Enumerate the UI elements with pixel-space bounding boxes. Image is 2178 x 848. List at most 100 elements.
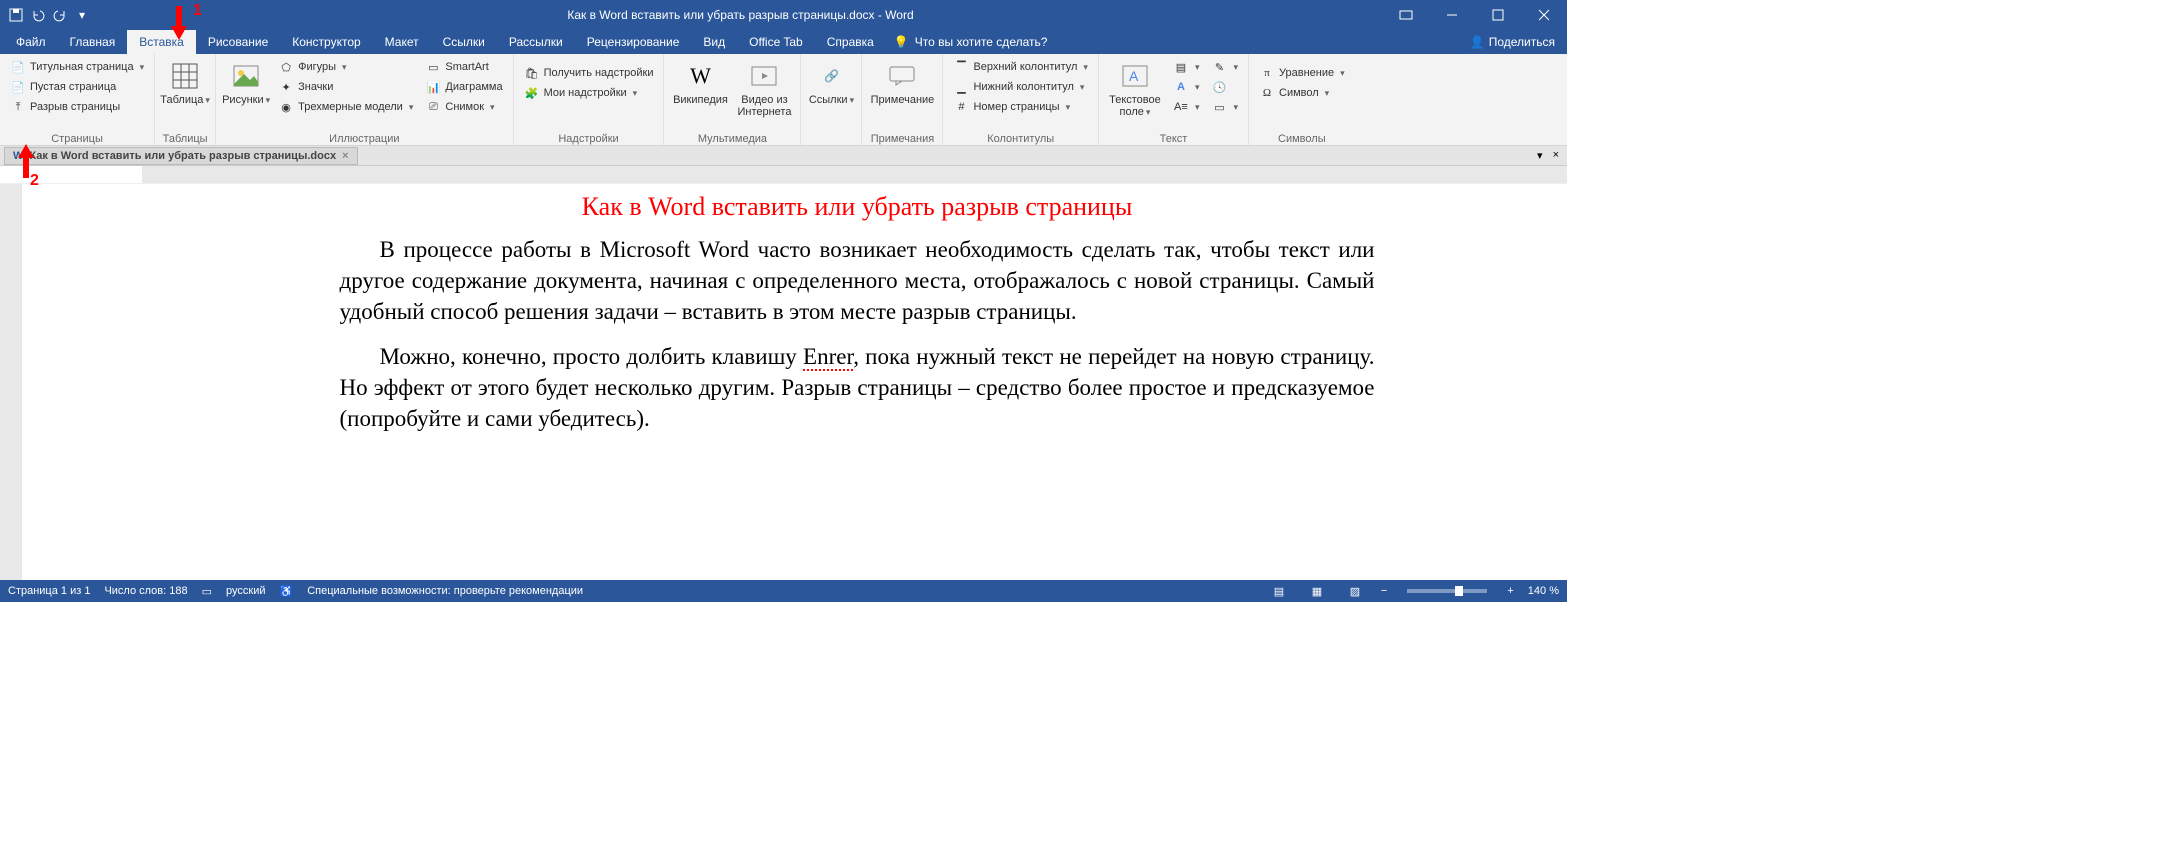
proofing-icon[interactable]: ▭ xyxy=(202,585,212,598)
tab-file[interactable]: Файл xyxy=(4,30,58,54)
undo-icon[interactable] xyxy=(30,7,46,23)
redo-icon[interactable] xyxy=(52,7,68,23)
screenshot-button[interactable]: ⎚Снимок▾ xyxy=(421,98,506,116)
smartart-button[interactable]: ▭SmartArt xyxy=(421,58,506,76)
footer-button[interactable]: ▁Нижний колонтитул▾ xyxy=(949,78,1091,96)
status-accessibility[interactable]: Специальные возможности: проверьте реком… xyxy=(307,585,583,597)
equation-label: Уравнение xyxy=(1279,67,1334,79)
document-tab[interactable]: W Как в Word вставить или убрать разрыв … xyxy=(4,147,358,165)
tab-help[interactable]: Справка xyxy=(815,30,886,54)
web-layout-icon[interactable]: ▨ xyxy=(1343,583,1367,599)
group-tables: Таблица▾ Таблицы xyxy=(155,54,216,145)
group-comments-label: Примечания xyxy=(871,131,935,145)
signature-button[interactable]: ✎▾ xyxy=(1207,58,1242,76)
blank-page-button[interactable]: 📄Пустая страница xyxy=(6,78,148,96)
group-symbols: πУравнение▾ ΩСимвол▾ Символы xyxy=(1249,54,1355,145)
equation-button[interactable]: πУравнение▾ xyxy=(1255,64,1349,82)
qat-customize-icon[interactable]: ▾ xyxy=(74,7,90,23)
tab-home[interactable]: Главная xyxy=(58,30,128,54)
share-button[interactable]: 👤 Поделиться xyxy=(1458,30,1567,54)
zoom-slider[interactable] xyxy=(1407,589,1487,593)
tab-mailings[interactable]: Рассылки xyxy=(497,30,575,54)
3dmodels-button[interactable]: ◉Трехмерные модели▾ xyxy=(274,98,417,116)
tab-view[interactable]: Вид xyxy=(691,30,737,54)
read-mode-icon[interactable]: ▤ xyxy=(1267,583,1291,599)
my-addins-button[interactable]: 🧩Мои надстройки▾ xyxy=(520,84,658,102)
page-break-icon: ⤒ xyxy=(10,99,26,115)
textbox-button[interactable]: A Текстовое поле▾ xyxy=(1105,56,1165,118)
tab-review[interactable]: Рецензирование xyxy=(575,30,692,54)
symbol-button[interactable]: ΩСимвол▾ xyxy=(1255,84,1349,102)
group-addins-label: Надстройки xyxy=(558,131,618,145)
tell-me[interactable]: 💡 Что вы хотите сделать? xyxy=(886,30,1056,54)
print-layout-icon[interactable]: ▦ xyxy=(1305,583,1329,599)
group-text: A Текстовое поле▾ ▤▾ A▾ A≡▾ ✎▾ 🕓 ▭▾ Текс… xyxy=(1099,54,1249,145)
object-button[interactable]: ▭▾ xyxy=(1207,98,1242,116)
tab-officetab[interactable]: Office Tab xyxy=(737,30,815,54)
page-break-button[interactable]: ⤒ Разрыв страницы xyxy=(6,98,148,116)
pictures-button[interactable]: Рисунки▾ xyxy=(222,56,270,106)
datetime-button[interactable]: 🕓 xyxy=(1207,78,1242,96)
icons-label: Значки xyxy=(298,81,333,93)
links-button[interactable]: 🔗 Ссылки▾ xyxy=(807,56,855,106)
video-icon xyxy=(748,60,780,92)
vertical-ruler[interactable] xyxy=(0,184,22,580)
tab-references[interactable]: Ссылки xyxy=(431,30,497,54)
icons-button[interactable]: ✦Значки xyxy=(274,78,417,96)
wikipedia-label: Википедия xyxy=(673,94,728,106)
status-language[interactable]: русский xyxy=(226,585,265,597)
zoom-in-icon[interactable]: + xyxy=(1507,585,1513,597)
video-label: Видео из Интернета xyxy=(734,94,794,118)
textbox-icon: A xyxy=(1119,60,1151,92)
wordart-button[interactable]: A▾ xyxy=(1169,78,1204,96)
ribbon-display-icon[interactable] xyxy=(1383,0,1429,30)
chart-icon: 📊 xyxy=(425,79,441,95)
comment-button[interactable]: Примечание xyxy=(868,56,936,106)
tab-close-icon[interactable]: × xyxy=(342,150,348,162)
tab-insert[interactable]: Вставка xyxy=(127,30,196,54)
tab-draw[interactable]: Рисование xyxy=(196,30,280,54)
dropcap-button[interactable]: A≡▾ xyxy=(1169,98,1204,116)
tab-close-all-icon[interactable]: × xyxy=(1549,149,1563,162)
page-break-label: Разрыв страницы xyxy=(30,101,120,113)
tab-design[interactable]: Конструктор xyxy=(280,30,372,54)
header-label: Верхний колонтитул xyxy=(973,61,1077,73)
wikipedia-button[interactable]: W Википедия xyxy=(670,56,730,106)
chart-button[interactable]: 📊Диаграмма xyxy=(421,78,506,96)
status-page[interactable]: Страница 1 из 1 xyxy=(8,585,90,597)
comment-label: Примечание xyxy=(871,94,935,106)
symbol-icon: Ω xyxy=(1259,85,1275,101)
textbox-label: Текстовое поле xyxy=(1109,94,1161,118)
header-button[interactable]: ▔Верхний колонтитул▾ xyxy=(949,58,1091,76)
symbol-label: Символ xyxy=(1279,87,1319,99)
online-video-button[interactable]: Видео из Интернета xyxy=(734,56,794,118)
datetime-icon: 🕓 xyxy=(1211,79,1227,95)
shapes-button[interactable]: ⬠Фигуры▾ xyxy=(274,58,417,76)
shapes-icon: ⬠ xyxy=(278,59,294,75)
get-addins-button[interactable]: 🛍Получить надстройки xyxy=(520,64,658,82)
minimize-icon[interactable] xyxy=(1429,0,1475,30)
p2-part-a: Можно, конечно, просто долбить клавишу xyxy=(380,344,804,369)
blank-page-icon: 📄 xyxy=(10,79,26,95)
table-button[interactable]: Таблица▾ xyxy=(161,56,209,106)
shapes-label: Фигуры xyxy=(298,61,336,73)
screenshot-icon: ⎚ xyxy=(425,99,441,115)
quickparts-button[interactable]: ▤▾ xyxy=(1169,58,1204,76)
group-links-label xyxy=(830,131,833,145)
smartart-label: SmartArt xyxy=(445,61,488,73)
zoom-level[interactable]: 140 % xyxy=(1528,585,1559,597)
close-icon[interactable] xyxy=(1521,0,1567,30)
ribbon: 📄Титульная страница▾ 📄Пустая страница ⤒ Р… xyxy=(0,54,1567,146)
tab-dropdown-icon[interactable]: ▾ xyxy=(1533,149,1547,162)
word-doc-icon: W xyxy=(13,150,23,162)
horizontal-ruler[interactable] xyxy=(22,166,1567,183)
tab-layout[interactable]: Макет xyxy=(373,30,431,54)
cover-page-button[interactable]: 📄Титульная страница▾ xyxy=(6,58,148,76)
save-icon[interactable] xyxy=(8,7,24,23)
page-area[interactable]: Как в Word вставить или убрать разрыв ст… xyxy=(22,184,1567,580)
pagenumber-button[interactable]: #Номер страницы▾ xyxy=(949,98,1091,116)
maximize-icon[interactable] xyxy=(1475,0,1521,30)
status-words[interactable]: Число слов: 188 xyxy=(104,585,187,597)
equation-icon: π xyxy=(1259,65,1275,81)
zoom-out-icon[interactable]: − xyxy=(1381,585,1387,597)
